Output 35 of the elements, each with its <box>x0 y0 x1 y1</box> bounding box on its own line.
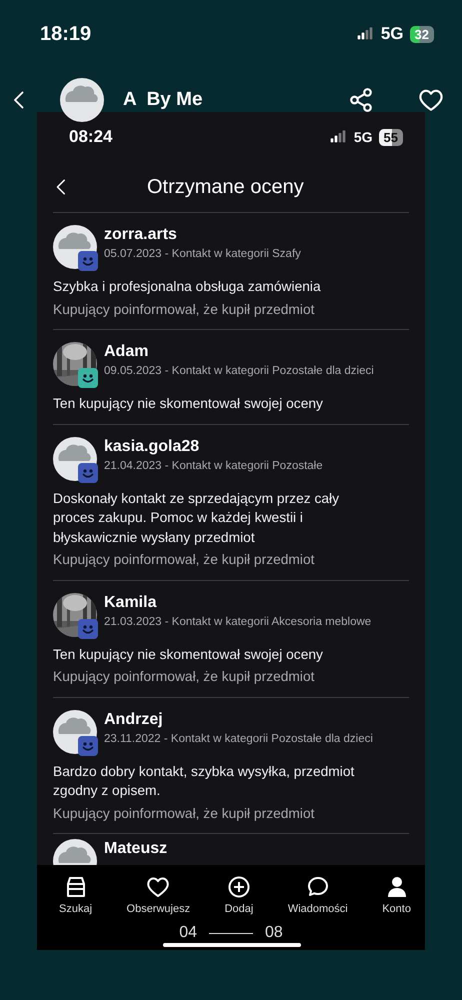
review-comment: Szybka i profesjonalna obsługa zamówienia <box>53 278 322 296</box>
clock-time: 18:19 <box>40 22 92 46</box>
reviewer-name: Mateusz <box>104 839 168 859</box>
reviewer-name: Kamila <box>104 592 158 612</box>
purchase-note: Kupujący poinformował, że kupił przedmiot <box>53 804 316 823</box>
nav-tab[interactable]: Szukaj <box>59 875 92 915</box>
battery-indicator: 55 <box>378 128 403 146</box>
reviewer-name: zorra.arts <box>104 225 178 245</box>
review-comment: Ten kupujący nie skomentował swojej oceny <box>53 395 324 413</box>
review-date: 05.07.2023 - Kontakt w kategorii Szafy <box>104 248 301 260</box>
page-title: Otrzymane oceny <box>147 176 304 198</box>
nav-tab[interactable]: Obserwujesz <box>126 875 190 915</box>
start-time: 04 <box>179 924 197 942</box>
reviewer-name: Andrzej <box>104 710 164 730</box>
review-date: 21.03.2023 - Kontakt w kategorii Akcesoria meblowe <box>104 616 372 628</box>
reviewer-name: kasia.gola28 <box>104 436 200 456</box>
battery-indicator: 32 <box>410 26 434 42</box>
clock-time: 08:24 <box>69 127 112 147</box>
nav-tab[interactable]: Konto <box>382 875 411 915</box>
nav-tab[interactable]: Wiadomości <box>288 875 348 915</box>
review-comment: Doskonały kontakt ze sprzedającym przez cały proces zakupu. Pomoc w każdej kwestii i błyskawicznie wysłany przedmiot <box>53 490 340 547</box>
purchase-note: Kupujący poinformował, że kupił przedmiot <box>53 551 316 569</box>
reviewer-name: Adam <box>104 342 150 362</box>
review-comment: Bardzo dobry kontakt, szybka wysyłka, przedmiot zgodny z opisem. <box>53 762 356 800</box>
network-label: 5G <box>380 24 404 44</box>
review-date: 21.04.2023 - Kontakt w kategorii Pozostałe <box>104 460 323 472</box>
end-time: 08 <box>265 924 283 942</box>
review-date: 09.05.2023 - Kontakt w kategorii Pozostałe dla dzieci <box>104 365 374 377</box>
review-date: 23.11.2022 - Kontakt w kategorii Pozostałe dla dzieci <box>104 732 373 744</box>
network-label: 5G <box>354 129 373 145</box>
purchase-note: Kupujący poinformował, że kupił przedmiot <box>53 668 316 686</box>
review-comment: Ten kupujący nie skomentował swojej oceny <box>53 646 324 664</box>
profile-name: A By Me <box>123 89 203 111</box>
nav-tab[interactable]: Dodaj <box>224 875 254 915</box>
purchase-note: Kupujący poinformował, że kupił przedmiot <box>53 300 316 319</box>
